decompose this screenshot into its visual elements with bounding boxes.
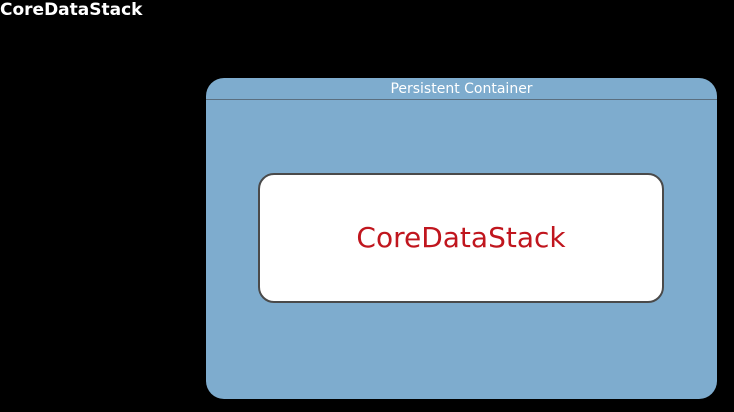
core-data-stack-label: CoreDataStack	[356, 221, 566, 254]
core-data-stack-box: CoreDataStack	[258, 173, 664, 303]
persistent-container-label: Persistent Container	[206, 78, 717, 100]
persistent-container-box: Persistent Container CoreDataStack	[206, 78, 717, 399]
slide-title: CoreDataStack	[0, 0, 143, 20]
